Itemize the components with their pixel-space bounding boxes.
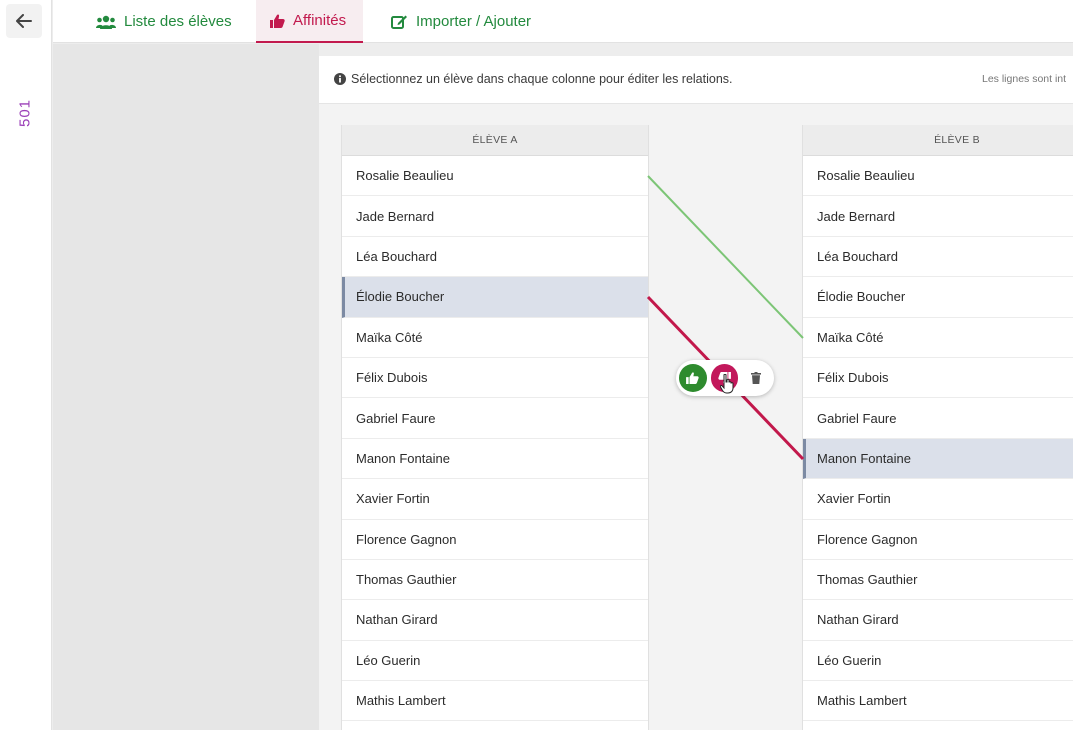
- student-row[interactable]: Gabriel Faure: [803, 398, 1073, 439]
- sidebar-gutter: [53, 44, 319, 730]
- student-row[interactable]: Thomas Gauthier: [803, 560, 1073, 601]
- student-row[interactable]: Nathan Girard: [342, 600, 648, 641]
- student-column-b: ÉLÈVE B Rosalie Beaulieu Jade Bernard Lé…: [802, 125, 1073, 730]
- student-row[interactable]: Léa Bouchard: [803, 237, 1073, 278]
- student-row[interactable]: Jade Bernard: [803, 196, 1073, 237]
- student-row[interactable]: Rosalie Beaulieu: [342, 156, 648, 197]
- tab-import-add[interactable]: Importer / Ajouter: [391, 0, 531, 43]
- student-row[interactable]: Félix Dubois: [342, 358, 648, 399]
- tab-bar: Liste des élèves Affinités Importer / Aj…: [53, 0, 1073, 43]
- student-row[interactable]: Manon Fontaine: [342, 439, 648, 480]
- student-row[interactable]: Rosalie Beaulieu: [803, 156, 1073, 197]
- trash-icon: [751, 372, 762, 384]
- student-row[interactable]: Thomas Gauthier: [342, 560, 648, 601]
- edit-icon: [391, 14, 408, 29]
- student-row[interactable]: Élodie Boucher: [803, 277, 1073, 318]
- arrow-left-icon: [16, 14, 32, 28]
- tab-student-list[interactable]: Liste des élèves: [96, 0, 232, 43]
- relation-actions: [676, 360, 774, 396]
- student-row[interactable]: Gabriel Faure: [342, 398, 648, 439]
- class-label: 501: [16, 98, 34, 128]
- tab-label: Importer / Ajouter: [416, 13, 532, 30]
- student-row[interactable]: Félix Dubois: [803, 358, 1073, 399]
- student-row[interactable]: Florence Gagnon: [803, 520, 1073, 560]
- student-row[interactable]: Léo Guerin: [803, 641, 1073, 682]
- student-row[interactable]: Mathis Lambert: [342, 681, 648, 722]
- student-column-a: ÉLÈVE A Rosalie Beaulieu Jade Bernard Lé…: [341, 125, 649, 730]
- student-row-selected[interactable]: Manon Fontaine: [803, 438, 1073, 480]
- info-text: Sélectionnez un élève dans chaque colonn…: [351, 72, 733, 86]
- left-rail: 501: [0, 0, 52, 730]
- student-row[interactable]: Maïka Côté: [803, 318, 1073, 358]
- student-row[interactable]: Xavier Fortin: [342, 479, 648, 520]
- student-row[interactable]: Florence Gagnon: [342, 520, 648, 560]
- column-header: ÉLÈVE A: [342, 125, 648, 156]
- student-row[interactable]: Nathan Girard: [803, 600, 1073, 641]
- thumbs-up-icon: [686, 372, 699, 384]
- delete-relation-button[interactable]: [742, 364, 770, 392]
- like-button[interactable]: [679, 364, 707, 392]
- info-note: Les lignes sont int: [982, 73, 1067, 85]
- student-row[interactable]: Jade Bernard: [342, 196, 648, 237]
- back-button[interactable]: [6, 4, 42, 38]
- student-row-selected[interactable]: Élodie Boucher: [342, 277, 648, 318]
- student-row[interactable]: Léo Guerin: [342, 641, 648, 682]
- dislike-button[interactable]: [710, 364, 739, 392]
- tab-label: Affinités: [293, 12, 347, 29]
- tab-affinities[interactable]: Affinités: [256, 0, 363, 43]
- column-header: ÉLÈVE B: [803, 125, 1073, 156]
- thumbs-down-icon: [718, 372, 731, 384]
- tab-label: Liste des élèves: [124, 13, 232, 30]
- student-row[interactable]: Maïka Côté: [342, 318, 648, 358]
- info-icon: [334, 73, 346, 85]
- student-row[interactable]: Mathis Lambert: [803, 681, 1073, 722]
- info-bar: Sélectionnez un élève dans chaque colonn…: [319, 56, 1073, 104]
- thumbs-up-icon: [270, 14, 285, 28]
- student-row[interactable]: Xavier Fortin: [803, 479, 1073, 520]
- users-icon: [96, 15, 116, 29]
- student-row[interactable]: Léa Bouchard: [342, 237, 648, 278]
